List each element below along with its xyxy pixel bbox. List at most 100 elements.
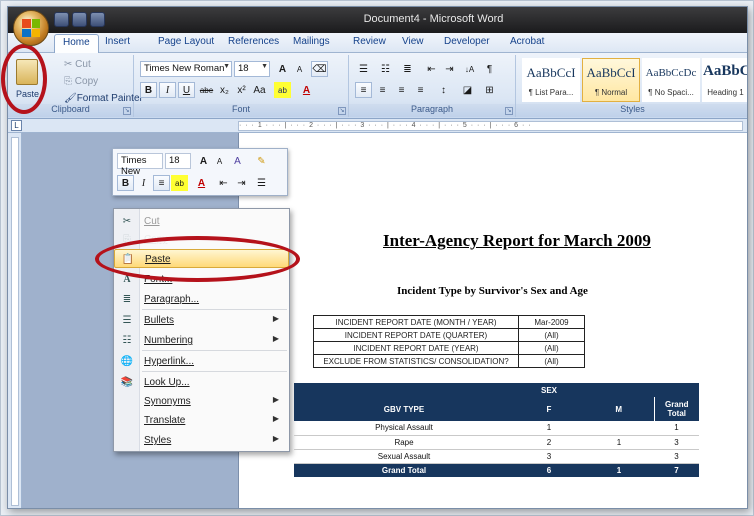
filter-value[interactable]: (All)	[518, 354, 585, 368]
mini-grow-font-icon[interactable]: A	[195, 153, 212, 169]
table-row: EXCLUDE FROM STATISTICS/ CONSOLIDATION?(…	[313, 354, 585, 368]
superscript-button[interactable]: x²	[233, 82, 250, 98]
numbering-icon[interactable]: ☷	[377, 61, 394, 77]
filter-value[interactable]: Mar-2009	[518, 315, 585, 329]
shrink-font-icon[interactable]: A	[291, 61, 308, 77]
bold-button[interactable]: B	[140, 82, 157, 98]
style-no-spacing[interactable]: AaBbCcDc ¶ No Spaci...	[642, 58, 700, 102]
underline-button[interactable]: U	[178, 82, 195, 98]
menu-item-hyperlink[interactable]: 🌐 Hyperlink...	[114, 352, 289, 371]
borders-icon[interactable]: ⊞	[481, 82, 498, 98]
mini-styles-icon[interactable]: A	[229, 153, 246, 169]
mini-shrink-font-icon[interactable]: A	[211, 153, 228, 169]
highlight-icon[interactable]: ab	[274, 82, 291, 98]
tab-view[interactable]: View	[402, 36, 424, 47]
bullets-icon[interactable]: ☰	[355, 61, 372, 77]
document-title: Inter-Agency Report for March 2009	[383, 231, 651, 250]
grow-font-icon[interactable]: A	[274, 61, 291, 77]
styles-group: AaBbCcI ¶ List Para... AaBbCcI ¶ Normal …	[516, 55, 747, 117]
tab-mailings[interactable]: Mailings	[293, 36, 330, 47]
filter-key: EXCLUDE FROM STATISTICS/ CONSOLIDATION?	[313, 354, 519, 368]
sort-icon[interactable]: ↓A	[461, 61, 478, 77]
tab-review[interactable]: Review	[353, 36, 386, 47]
line-spacing-icon[interactable]: ↕	[435, 82, 452, 98]
decrease-indent-icon[interactable]: ⇤	[423, 61, 440, 77]
chevron-down-icon: ▼	[261, 63, 268, 70]
font-size-combo[interactable]: 18 ▼	[234, 61, 270, 77]
align-center-icon[interactable]: ≡	[374, 82, 391, 98]
font-group: Times New Roman ▼ 18 ▼ A A ⌫ B I U abe x₂ …	[134, 55, 349, 117]
menu-item-translate[interactable]: Translate ▶	[114, 411, 289, 430]
cut-button[interactable]: ✂ Cut	[64, 59, 91, 70]
horizontal-ruler[interactable]: · · · 1 · · · | · · · 2 · · · | · · · 3 …	[238, 121, 743, 131]
italic-button[interactable]: I	[159, 82, 176, 98]
mini-highlight-icon[interactable]: ab	[171, 175, 188, 191]
mini-increase-indent-icon[interactable]: ⇥	[233, 175, 250, 191]
font-icon: A	[123, 274, 131, 285]
menu-separator	[142, 309, 287, 310]
menu-item-look-up[interactable]: 📚 Look Up...	[114, 373, 289, 392]
tab-page-layout[interactable]: Page Layout	[158, 36, 214, 47]
mini-bold-button[interactable]: B	[117, 175, 134, 191]
font-name-combo[interactable]: Times New Roman ▼	[140, 61, 232, 77]
style-normal[interactable]: AaBbCcI ¶ Normal	[582, 58, 640, 102]
mini-format-painter-icon[interactable]: ✎	[253, 153, 270, 169]
menu-item-paste[interactable]: 📋 Paste	[114, 249, 289, 268]
menu-item-synonyms[interactable]: Synonyms ▶	[114, 392, 289, 411]
vertical-ruler	[8, 133, 22, 508]
menu-item-font[interactable]: A Font...	[114, 270, 289, 289]
submenu-arrow-icon: ▶	[272, 395, 279, 404]
mini-decrease-indent-icon[interactable]: ⇤	[215, 175, 232, 191]
office-button[interactable]	[13, 10, 49, 46]
column-header-grand-total: Grand Total	[653, 397, 699, 421]
tab-acrobat[interactable]: Acrobat	[510, 36, 544, 47]
pilcrow-icon[interactable]: ¶	[481, 61, 498, 77]
multilevel-list-icon[interactable]: ≣	[399, 61, 416, 77]
tab-selector-icon[interactable]: L	[11, 120, 22, 131]
font-color-icon[interactable]: A	[298, 82, 315, 98]
mini-bullets-icon[interactable]: ☰	[253, 175, 270, 191]
copy-button[interactable]: ⎘ Copy	[64, 76, 98, 87]
mini-font-combo[interactable]: Times New	[117, 153, 163, 177]
style-list-paragraph[interactable]: AaBbCcI ¶ List Para...	[522, 58, 580, 102]
mini-italic-button[interactable]: I	[135, 175, 152, 191]
subscript-button[interactable]: x₂	[216, 82, 233, 98]
ribbon-tabs: Home Insert Page Layout References Maili…	[8, 33, 747, 54]
menu-item-styles[interactable]: Styles ▶	[114, 431, 289, 450]
font-launcher-icon[interactable]: ↘	[338, 107, 346, 115]
menu-item-bullets[interactable]: ☰ Bullets ▶	[114, 311, 289, 330]
align-right-icon[interactable]: ≡	[393, 82, 410, 98]
office-logo-icon	[22, 19, 40, 37]
increase-indent-icon[interactable]: ⇥	[441, 61, 458, 77]
vertical-ruler-track[interactable]	[11, 137, 19, 506]
paste-icon[interactable]	[16, 59, 38, 85]
format-painter-button[interactable]: 🖌Format Painter	[64, 93, 143, 104]
mini-font-color-icon[interactable]: A	[193, 175, 210, 191]
change-case-button[interactable]: Aa	[251, 82, 268, 98]
mini-size-combo[interactable]: 18	[165, 153, 191, 169]
clipboard-launcher-icon[interactable]: ↘	[123, 107, 131, 115]
paragraph-launcher-icon[interactable]: ↘	[505, 107, 513, 115]
align-left-icon[interactable]: ≡	[355, 82, 372, 98]
mini-center-icon[interactable]: ≡	[153, 175, 170, 191]
menu-item-copy[interactable]: ⎘ Copy	[114, 230, 289, 249]
menu-item-paragraph[interactable]: ≣ Paragraph...	[114, 290, 289, 309]
tab-home[interactable]: Home	[54, 34, 99, 54]
tab-insert[interactable]: Insert	[105, 36, 130, 47]
table-row: Sexual Assault 3 3	[294, 449, 699, 464]
justify-icon[interactable]: ≡	[412, 82, 429, 98]
menu-item-numbering[interactable]: ☷ Numbering ▶	[114, 331, 289, 350]
filter-value[interactable]: (All)	[518, 328, 585, 342]
clipboard-group-label: Clipboard	[8, 104, 133, 117]
filter-value[interactable]: (All)	[518, 341, 585, 355]
style-heading-1[interactable]: AaBbC Heading 1	[702, 58, 747, 102]
strikethrough-button[interactable]: abe	[198, 82, 215, 98]
document-subtitle: Incident Type by Survivor's Sex and Age	[397, 285, 588, 297]
menu-item-cut[interactable]: ✂ Cut	[114, 212, 289, 231]
shading-icon[interactable]: ◪	[459, 82, 476, 98]
tab-developer[interactable]: Developer	[444, 36, 490, 47]
tab-references[interactable]: References	[228, 36, 279, 47]
paste-button[interactable]: Paste	[16, 89, 39, 99]
submenu-arrow-icon: ▶	[272, 314, 279, 323]
clear-formatting-icon[interactable]: ⌫	[311, 61, 328, 77]
